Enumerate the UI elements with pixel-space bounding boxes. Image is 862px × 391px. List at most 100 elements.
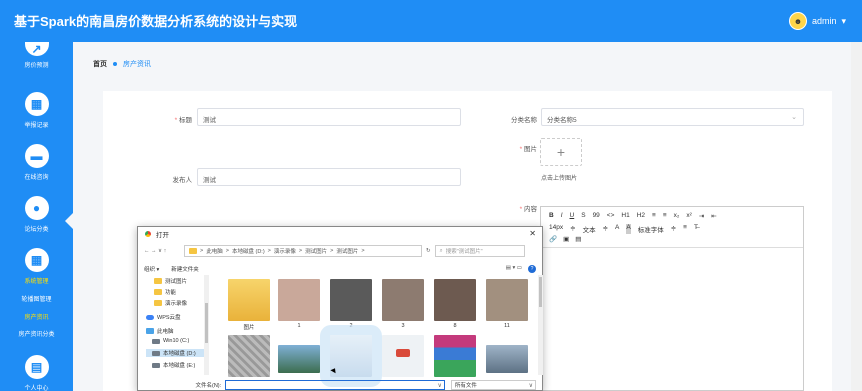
indent-button[interactable]: ⇥ (699, 212, 704, 220)
image-thumbnail[interactable] (486, 279, 528, 321)
sidebar-subitem-carousel[interactable]: 轮播图管理 (0, 294, 73, 303)
nav-item-drive-e[interactable]: 本地磁盘 (E:) (152, 361, 195, 369)
briefcase-icon: ▬ (24, 144, 49, 168)
image-upload-button[interactable]: + (540, 138, 582, 166)
scrollbar-thumb[interactable] (539, 277, 542, 307)
code-button[interactable]: <> (607, 212, 615, 220)
user-menu[interactable]: ☻ admin ▾ (788, 12, 846, 30)
link-icon[interactable]: 🔗 (549, 235, 557, 243)
sidebar-subitem-news[interactable]: 房产资讯 (0, 312, 73, 321)
nav-item-label: Win10 (C:) (163, 338, 190, 344)
image-icon[interactable]: ▣ (563, 235, 569, 243)
chevron-down-icon[interactable]: ▾ (841, 16, 846, 27)
italic-button[interactable]: I (561, 212, 563, 220)
image-thumbnail[interactable] (382, 279, 424, 321)
nav-item-test-images[interactable]: 测试图片 (154, 277, 187, 285)
ordered-list-button[interactable]: ≡ (652, 212, 656, 220)
required-mark: * (519, 206, 523, 213)
path-segment[interactable]: 测试图片 (336, 247, 358, 255)
folder-icon (154, 300, 162, 306)
background-color-button[interactable]: A (626, 224, 631, 234)
nav-arrows[interactable]: ← → ∨ ↑ (144, 248, 180, 254)
subscript-button[interactable]: x₂ (674, 212, 680, 220)
refresh-icon[interactable]: ↻ (426, 248, 431, 254)
h2-button[interactable]: H2 (637, 212, 645, 220)
address-path[interactable]: > 此电脑 > 本地磁盘 (D:) > 演示录像 > 测试图片 > 测试图片 > (184, 245, 422, 257)
apps-icon: ▦ (24, 248, 49, 272)
sidebar-item-report-records[interactable]: ▦ 举报记录 (0, 92, 73, 129)
editor-toolbar-row-2: 14px ≑ 文本 ≑ A A 标准字体 ≑ ≡ T̶ (549, 224, 698, 234)
font-family-select[interactable]: 标准字体 (638, 224, 664, 234)
breadcrumb: 首页 房产资讯 (93, 59, 151, 69)
align-button[interactable]: ≡ (683, 224, 687, 234)
bold-button[interactable]: B (549, 212, 554, 220)
new-folder-button[interactable]: 新建文件夹 (171, 265, 199, 273)
image-thumbnail[interactable] (278, 279, 320, 321)
clear-format-button[interactable]: T̶ (694, 224, 698, 234)
h1-button[interactable]: H1 (621, 212, 629, 220)
navigation-scrollbar[interactable] (204, 275, 209, 375)
strikethrough-button[interactable]: S (581, 212, 585, 220)
quote-button[interactable]: 99 (593, 212, 600, 220)
category-select[interactable]: 分类名称5 ⌄ (541, 108, 804, 126)
path-segment[interactable]: 测试图片 (305, 247, 327, 255)
video-icon[interactable]: ▤ (575, 235, 581, 243)
outdent-button[interactable]: ⇤ (711, 212, 716, 220)
search-input[interactable]: ⌕ 搜索"测试图片" (434, 245, 525, 257)
rich-text-editor[interactable]: B I U S 99 <> H1 H2 ≡ ≡ x₂ x² ⇥ ⇤ 14px ≑… (540, 206, 804, 391)
navigation-pane: 测试图片 功能 演示录像 WPS云盘 此电脑 Win10 (C:) 本地磁盘 (… (144, 275, 210, 375)
nav-item-demo-recordings[interactable]: 演示录像 (154, 299, 187, 307)
nav-item-this-pc[interactable]: 此电脑 (146, 327, 174, 335)
image-thumbnail[interactable] (228, 335, 270, 377)
image-thumbnail[interactable] (434, 279, 476, 321)
cloud-icon (146, 314, 154, 320)
image-thumbnail[interactable] (382, 335, 424, 377)
category-select-value: 分类名称5 (547, 117, 577, 124)
nav-item-wps-cloud[interactable]: WPS云盘 (146, 313, 181, 321)
chevron-down-icon[interactable]: ∨ (437, 382, 441, 389)
file-grid-scrollbar[interactable] (538, 275, 543, 375)
file-grid: 图片 1 2 3 8 11 (222, 277, 532, 387)
editor-toolbar-row-1: B I U S 99 <> H1 H2 ≡ ≡ x₂ x² ⇥ ⇤ (549, 212, 717, 220)
required-mark: * (174, 117, 178, 124)
sidebar-item-house-price-forecast[interactable]: ↗ 房价预测 (0, 42, 73, 69)
font-color-button[interactable]: A (615, 224, 619, 234)
user-name[interactable]: admin (812, 16, 837, 26)
superscript-button[interactable]: x² (686, 212, 691, 220)
sidebar-item-personal-center[interactable]: ▤ 个人中心 (0, 355, 73, 391)
nav-item-drive-d[interactable]: 本地磁盘 (D:) (146, 349, 208, 357)
nav-item-features[interactable]: 功能 (154, 288, 176, 296)
page-scrollbar[interactable] (851, 42, 862, 391)
filetype-select[interactable]: 所有文件 ∨ (450, 380, 536, 390)
dialog-title: 打开 (156, 232, 169, 239)
close-icon[interactable]: ✕ (529, 229, 536, 238)
nav-item-label: 功能 (165, 290, 177, 296)
path-segment[interactable]: 此电脑 (206, 247, 223, 255)
view-options[interactable]: ▤ ▾ ▭ (506, 265, 522, 273)
nav-item-label: 测试图片 (165, 279, 188, 285)
heading-select[interactable]: 文本 (583, 224, 596, 234)
breadcrumb-home[interactable]: 首页 (93, 59, 107, 69)
help-icon[interactable]: ? (528, 264, 536, 273)
nav-item-drive-c[interactable]: Win10 (C:) (152, 338, 189, 344)
folder-icon[interactable] (228, 279, 270, 321)
font-size-select[interactable]: 14px (549, 224, 563, 234)
winrar-icon[interactable] (434, 335, 476, 377)
image-thumbnail[interactable] (486, 345, 528, 373)
filename-input[interactable]: ∨ (225, 380, 445, 390)
image-thumbnail[interactable] (330, 279, 372, 321)
title-input[interactable]: 测试 (197, 108, 461, 126)
underline-button[interactable]: U (570, 212, 575, 220)
bullet-list-button[interactable]: ≡ (663, 212, 667, 220)
publisher-input[interactable]: 测试 (197, 168, 461, 186)
scrollbar-thumb[interactable] (205, 303, 208, 343)
sidebar-subitem-news-category[interactable]: 房产资讯分类 (0, 329, 73, 338)
sidebar-item-forum-category[interactable]: ● 论坛分类 (0, 196, 73, 233)
image-thumbnail[interactable] (278, 345, 320, 373)
path-segment[interactable]: 本地磁盘 (D:) (232, 247, 265, 255)
avatar[interactable]: ☻ (788, 12, 807, 30)
path-segment[interactable]: 演示录像 (274, 247, 296, 255)
sidebar-item-system-management[interactable]: ▦ 系统管理 (0, 248, 73, 285)
organize-menu[interactable]: 组织 ▾ (144, 265, 159, 273)
sidebar-item-online-consult[interactable]: ▬ 在线咨询 (0, 144, 73, 181)
